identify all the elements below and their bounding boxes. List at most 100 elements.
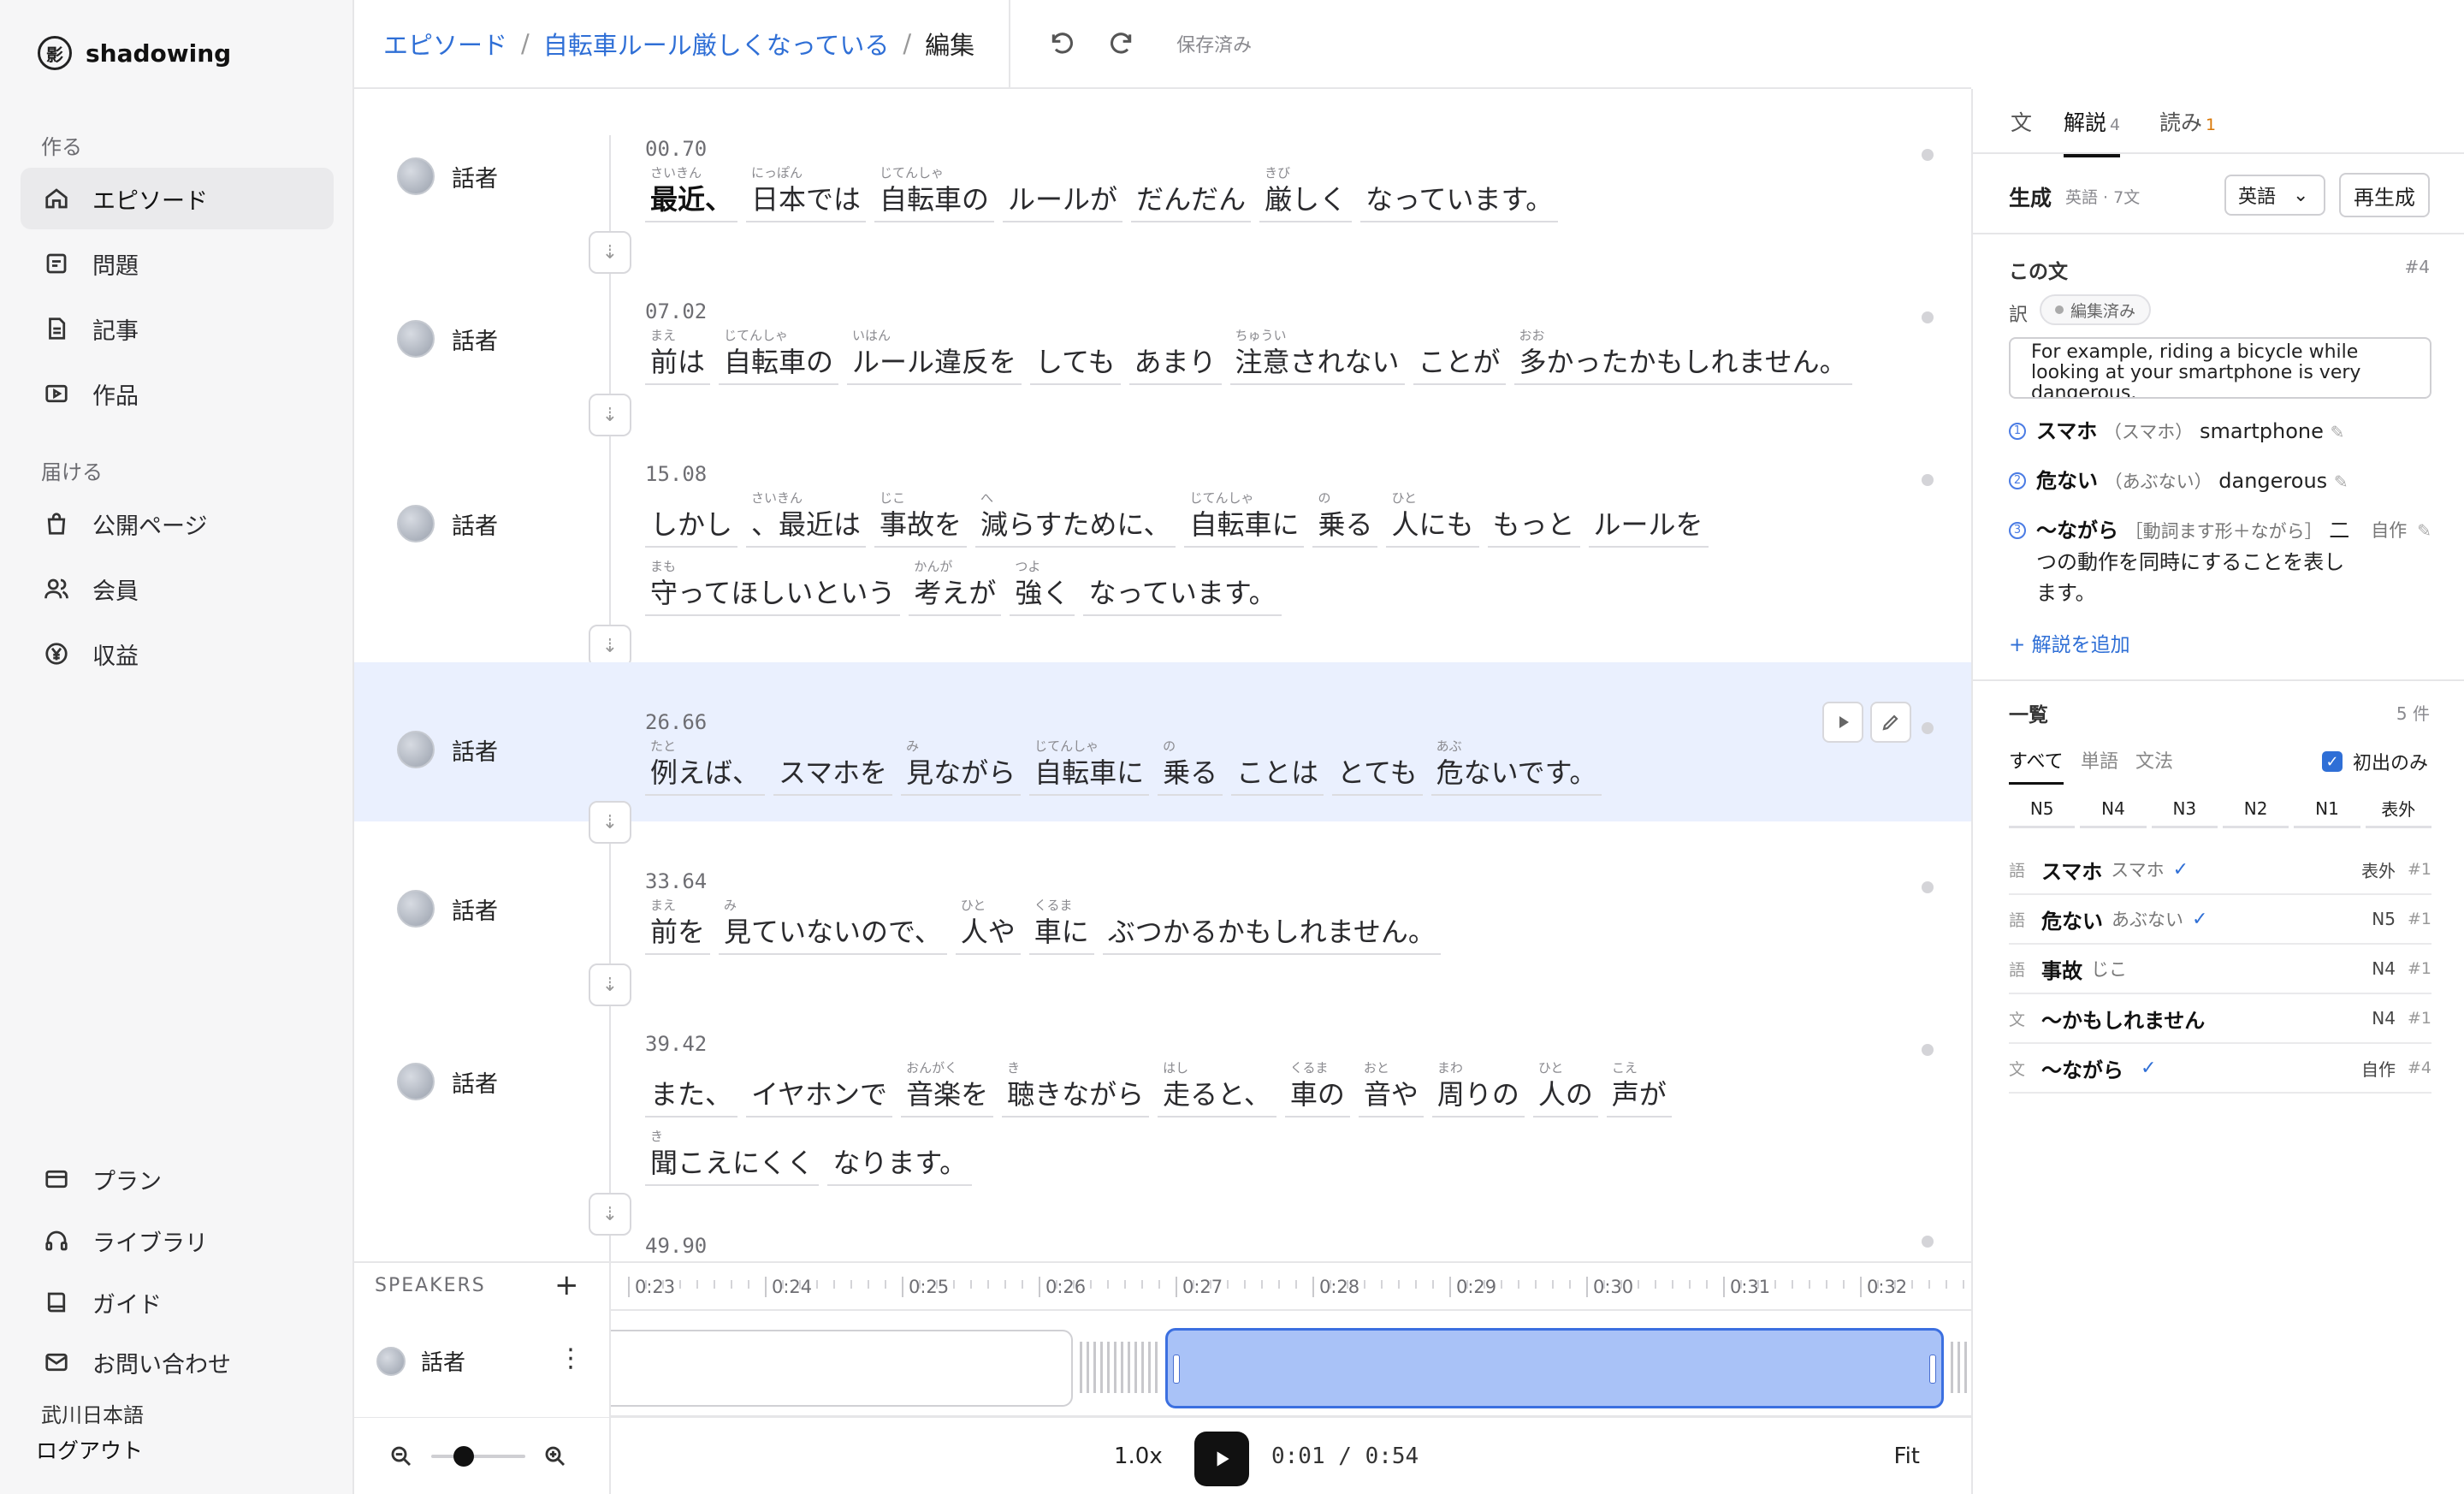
word-token[interactable]: まえ 前を <box>645 897 711 955</box>
word-token[interactable]: こえ 声が <box>1606 1059 1672 1118</box>
word-token[interactable]: なっています。 <box>1360 164 1559 222</box>
vocab-item[interactable]: 語危ない あぶない ✓ N5 #1 <box>2009 895 2431 945</box>
speaker-chip[interactable]: 話者 <box>397 1063 498 1100</box>
playback-rate[interactable]: 1.0x <box>1114 1444 1163 1469</box>
zoom-in-icon[interactable] <box>542 1444 568 1469</box>
timeline-speaker[interactable]: 話者 <box>376 1345 465 1377</box>
first-only-checkbox[interactable]: ✓ 初出のみ <box>2322 748 2428 775</box>
word-token[interactable]: さいきん 最近、 <box>645 164 738 222</box>
speaker-chip[interactable]: 話者 <box>397 505 498 542</box>
sidebar-item-articles[interactable]: 記事 <box>21 298 334 359</box>
waveform-track[interactable] <box>611 1311 1971 1417</box>
speaker-chip[interactable]: 話者 <box>397 320 498 358</box>
sentence-row[interactable]: 49.90 <box>354 1213 1971 1261</box>
word-token[interactable]: おんがく 音楽を <box>901 1059 994 1118</box>
word-token[interactable]: ことは <box>1231 738 1324 796</box>
word-token[interactable]: まも 守ってほしいという <box>645 558 901 616</box>
sentence-timestamp[interactable]: 33.64 <box>645 869 707 893</box>
level-n5[interactable]: N5 <box>2009 791 2076 828</box>
vocab-item[interactable]: 語事故 じこ N4 #1 <box>2009 945 2431 994</box>
segment-start-handle[interactable] <box>1173 1355 1180 1384</box>
word-token[interactable]: ことが <box>1413 327 1506 385</box>
word-token[interactable]: しかし <box>645 489 738 548</box>
word-token[interactable]: まわ 周りの <box>1431 1059 1525 1118</box>
pencil-icon[interactable]: ✎ <box>2417 515 2431 608</box>
breadcrumb-episode-title[interactable]: 自転車ルール厳しくなっている <box>543 26 890 62</box>
word-token[interactable]: じてんしゃ 自転車の <box>719 327 839 385</box>
speaker-chip[interactable]: 話者 <box>397 731 498 768</box>
word-token[interactable]: ちゅうい 注意されない <box>1229 327 1405 385</box>
word-token[interactable]: くるま 車の <box>1284 1059 1350 1118</box>
merge-sentences-button[interactable]: ⇣ <box>589 625 631 667</box>
word-token[interactable]: み見ながら <box>901 738 1022 796</box>
tab-sentence[interactable]: 文 <box>2011 106 2032 154</box>
sidebar-item-public-page[interactable]: 公開ページ <box>21 493 334 554</box>
word-token[interactable]: しても <box>1030 327 1121 385</box>
sentence-timestamp[interactable]: 26.66 <box>645 710 707 734</box>
selected-segment[interactable] <box>1165 1328 1944 1408</box>
add-explanation-button[interactable]: + 解説を追加 <box>2009 628 2130 657</box>
redo-button[interactable] <box>1099 22 1142 65</box>
word-token[interactable]: かんが 考えが <box>909 558 1002 616</box>
word-token[interactable]: はし 走ると、 <box>1158 1059 1276 1118</box>
sidebar-item-contact[interactable]: お問い合わせ <box>21 1331 334 1393</box>
sidebar-item-plan[interactable]: プラン <box>21 1148 334 1210</box>
sidebar-item-revenue[interactable]: 収益 <box>21 623 334 685</box>
word-token[interactable]: さいきん 、最近は <box>746 489 867 548</box>
sentence-timestamp[interactable]: 15.08 <box>645 462 707 486</box>
word-token[interactable]: いはん ルール違反を <box>847 327 1022 385</box>
filter-grammar[interactable]: 文法 <box>2135 746 2173 774</box>
segment-end-handle[interactable] <box>1929 1355 1936 1384</box>
filter-words[interactable]: 単語 <box>2081 746 2118 774</box>
explanation-item[interactable]: 1 スマホ （スマホ） smartphone ✎ <box>2009 416 2431 448</box>
sentence-timestamp[interactable]: 39.42 <box>645 1032 707 1056</box>
word-token[interactable]: つよ 強く <box>1010 558 1075 616</box>
word-token[interactable]: とても <box>1332 738 1423 796</box>
pencil-icon[interactable]: ✎ <box>2334 471 2348 492</box>
level-n4[interactable]: N4 <box>2080 791 2147 828</box>
sentence-timestamp[interactable]: 49.90 <box>645 1234 707 1258</box>
vocab-item[interactable]: 文〜ながら ✓ 自作 #4 <box>2009 1044 2431 1094</box>
previous-segment[interactable] <box>611 1330 1073 1407</box>
word-token[interactable]: ひと 人にも <box>1386 489 1479 548</box>
sidebar-item-episodes[interactable]: エピソード <box>21 168 334 229</box>
word-token[interactable]: もっと <box>1487 489 1580 548</box>
word-token[interactable]: きび 厳しく <box>1259 164 1353 222</box>
sentence-timestamp[interactable]: 00.70 <box>645 137 707 161</box>
breadcrumb-episodes[interactable]: エピソード <box>383 26 507 62</box>
level-n2[interactable]: N2 <box>2222 791 2289 828</box>
sidebar-item-library[interactable]: ライブラリ <box>21 1210 334 1272</box>
filter-all[interactable]: すべて <box>2009 746 2064 785</box>
level-n1[interactable]: N1 <box>2294 791 2360 828</box>
logout-link[interactable]: ログアウト <box>36 1434 143 1465</box>
speaker-chip[interactable]: 話者 <box>397 157 498 195</box>
sentence-row-selected[interactable]: 話者 26.66 たと 例えば、 スマホをみ見ながら じてんしゃ 自転車にの乗る ことは とても… <box>354 662 1971 821</box>
word-token[interactable]: き聞こえにくく <box>645 1128 820 1186</box>
zoom-slider[interactable] <box>431 1446 525 1467</box>
sidebar-item-members[interactable]: 会員 <box>21 558 334 620</box>
speaker-chip[interactable]: 話者 <box>397 890 498 928</box>
play-sentence-button[interactable] <box>1822 702 1863 743</box>
time-ruler[interactable]: 0:23 0:24 0:25 0:26 0:27 0:28 0:29 0:30 0:31 0:32 <box>611 1263 1971 1311</box>
word-token[interactable]: へ減らすために、 <box>975 489 1176 548</box>
word-token[interactable]: じてんしゃ 自転車に <box>1029 738 1150 796</box>
speaker-menu-button[interactable]: ⋮ <box>558 1343 583 1373</box>
regenerate-button[interactable]: 再生成 <box>2339 173 2430 217</box>
language-select[interactable]: 英語 ⌄ <box>2224 175 2325 216</box>
sentence-row[interactable]: 話者 07.02 まえ 前は じてんしゃ 自転車の いはん ルール違反を しても あまり ちゅうい注… <box>354 252 1971 414</box>
word-token[interactable]: ひと 人や <box>955 897 1021 955</box>
tab-explanation[interactable]: 解説 4 <box>2064 106 2121 157</box>
sidebar-item-questions[interactable]: 問題 <box>21 233 334 294</box>
word-token[interactable]: ルールを <box>1588 489 1709 548</box>
word-token[interactable]: じてんしゃ 自転車の <box>874 164 995 222</box>
word-token[interactable]: たと 例えば、 <box>645 738 766 796</box>
word-token[interactable]: ひと 人の <box>1532 1059 1598 1118</box>
word-token[interactable]: おお 多かったかもしれません。 <box>1513 327 1852 385</box>
word-token[interactable]: ルールが <box>1003 164 1123 222</box>
sentence-row[interactable]: 話者 33.64 まえ 前をみ見ていないので、 ひと 人や くるま 車に ぶつかるかもしれません… <box>354 821 1971 984</box>
level-n3[interactable]: N3 <box>2151 791 2218 828</box>
word-token[interactable]: あまり <box>1128 327 1222 385</box>
word-token[interactable]: イヤホンで <box>746 1059 893 1118</box>
word-token[interactable]: また、 <box>645 1059 738 1118</box>
word-token[interactable]: じてんしゃ 自転車に <box>1184 489 1305 548</box>
